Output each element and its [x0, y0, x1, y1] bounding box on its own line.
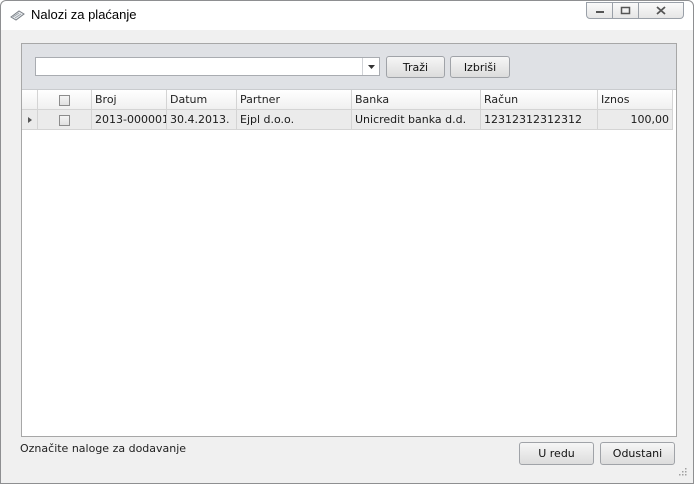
- clear-button[interactable]: Izbriši: [450, 56, 510, 78]
- ok-button[interactable]: U redu: [519, 442, 594, 465]
- maximize-button[interactable]: [613, 2, 639, 19]
- dialog-window: Nalozi za plaćanje Traži Izbriši Broj Da…: [0, 0, 694, 484]
- column-header-racun[interactable]: Račun: [481, 90, 598, 110]
- resize-grip-icon[interactable]: [677, 466, 687, 476]
- minimize-button[interactable]: [586, 2, 613, 19]
- column-header-banka[interactable]: Banka: [352, 90, 481, 110]
- close-icon: [656, 6, 666, 15]
- search-combo[interactable]: [35, 57, 380, 76]
- cell-iznos[interactable]: 100,00: [598, 110, 673, 130]
- search-button[interactable]: Traži: [386, 56, 445, 78]
- minimize-icon: [595, 10, 604, 13]
- cell-racun[interactable]: 12312312312312: [481, 110, 598, 130]
- row-select-cell: [38, 110, 92, 130]
- orders-panel: Traži Izbriši Broj Datum Partner Banka R…: [21, 43, 677, 437]
- status-label: Označite naloge za dodavanje: [20, 442, 187, 455]
- cell-partner[interactable]: Ejpl d.o.o.: [237, 110, 352, 130]
- row-header-corner: [22, 90, 38, 110]
- cell-broj[interactable]: 2013-000001: [92, 110, 167, 130]
- column-header-partner[interactable]: Partner: [237, 90, 352, 110]
- cell-datum[interactable]: 30.4.2013.: [167, 110, 237, 130]
- row-indicator[interactable]: [22, 110, 38, 130]
- dropdown-button[interactable]: [362, 58, 379, 75]
- caption-buttons: [586, 2, 684, 20]
- title-bar[interactable]: Nalozi za plaćanje: [1, 1, 693, 30]
- table-row[interactable]: 2013-000001 30.4.2013. Ejpl d.o.o. Unicr…: [22, 110, 673, 130]
- column-header-iznos[interactable]: Iznos: [598, 90, 673, 110]
- select-all-cell: [38, 90, 92, 110]
- restore-icon: [620, 6, 631, 15]
- select-all-checkbox[interactable]: [59, 94, 70, 106]
- row-checkbox[interactable]: [59, 114, 70, 126]
- cell-banka[interactable]: Unicredit banka d.d.: [352, 110, 481, 130]
- chevron-down-icon: [367, 64, 375, 69]
- dialog-body: Traži Izbriši Broj Datum Partner Banka R…: [7, 30, 687, 477]
- column-header-datum[interactable]: Datum: [167, 90, 237, 110]
- grid-header: Broj Datum Partner Banka Račun Iznos: [22, 90, 673, 110]
- column-header-broj[interactable]: Broj: [92, 90, 167, 110]
- current-row-arrow-icon: [28, 117, 32, 123]
- cancel-button[interactable]: Odustani: [600, 442, 675, 465]
- money-check-icon: [10, 10, 25, 21]
- search-input[interactable]: [36, 58, 362, 75]
- window-title: Nalozi za plaćanje: [31, 7, 137, 22]
- close-button[interactable]: [639, 2, 684, 19]
- filter-bar: Traži Izbriši: [22, 44, 676, 90]
